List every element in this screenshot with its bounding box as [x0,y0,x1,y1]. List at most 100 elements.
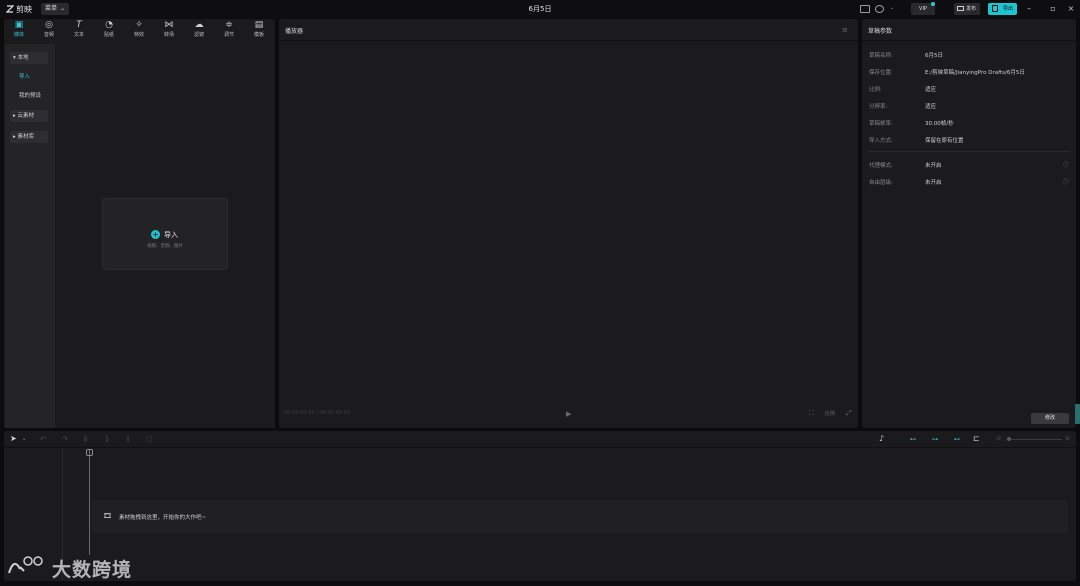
param-value: 适应 [925,87,937,93]
tool-label: 转场 [163,32,174,38]
close-icon[interactable]: × [1066,4,1076,13]
plus-icon: + [151,230,160,239]
param-label: 保存位置: [869,70,893,76]
app-name: 剪映 [16,5,32,14]
chevron-down-icon: ⌄ [59,5,65,12]
auto-snap-icon[interactable]: ⊶ [928,436,942,443]
effects-icon: ✧ [135,20,143,30]
tool-label: 特效 [133,32,144,38]
param-value: 未开启 [925,180,942,186]
sidebar-item-import[interactable]: 导入 [16,71,54,83]
tool-label: 音频 [43,32,54,38]
microphone-icon[interactable]: ♪ [879,434,884,443]
fullscreen-icon[interactable]: ⤢ [846,409,852,418]
notification-dot [931,2,935,6]
filter-icon: ☁ [194,20,204,30]
param-value: 30.00帧/秒 [925,121,954,127]
zoom-out-icon[interactable]: ⊖ [996,435,1001,442]
tool-template[interactable]: ▤ 模板 [246,20,272,39]
watermark-logo-icon [8,556,43,574]
split-left-icon[interactable]: ⫿ [106,435,108,444]
tool-media[interactable]: ▣ 媒体 [6,20,32,39]
tool-filter[interactable]: ☁ 滤镜 [186,20,212,39]
watermark-text: 大数跨境 [52,559,133,581]
param-value: 适应 [925,104,937,110]
param-label: 草稿帧率: [869,121,893,127]
zoom-slider-knob[interactable] [1007,437,1011,441]
text-icon: T [76,20,82,30]
split-clip-icon[interactable]: ⫼ [84,435,87,444]
param-label: 草稿名称: [869,53,893,59]
ratio-button[interactable]: 比例 [825,410,835,417]
play-icon[interactable]: ▶ [566,410,571,418]
tool-label: 模板 [253,32,264,38]
sidebar-item-label: 本地 [17,55,29,61]
sidebar-item-local[interactable]: ▾ 本地 [10,52,48,64]
tool-audio[interactable]: ◎ 音频 [36,20,62,39]
tool-transition[interactable]: ⋈ 转场 [156,20,182,39]
tool-adjust[interactable]: ≑ 调节 [216,20,242,39]
chevron-down-icon[interactable]: ⌄ [22,436,26,442]
window-title: 6月5日 [528,5,552,13]
redo-icon[interactable]: ↷ [62,435,68,443]
param-label: 比例: [869,87,882,93]
media-icon: ▣ [14,20,24,30]
transition-icon: ⋈ [164,20,174,30]
param-label: 代理模式: [869,163,893,169]
publish-icon [957,6,964,11]
timeline-drop-hint: 素材拖拽到这里，开始你的大作吧~ [119,515,207,521]
delete-icon[interactable]: ▢ [146,435,153,443]
adjust-icon: ≑ [225,20,233,30]
hamburger-menu-icon[interactable]: ≡ [842,26,848,34]
info-icon[interactable]: ⓘ [1063,177,1069,186]
export-icon [992,5,998,12]
timeline-dropzone[interactable] [92,500,1068,534]
sidebar-item-cloud[interactable]: ▸ 云素材 [10,110,48,122]
app-logo-icon [6,5,14,13]
restore-icon[interactable]: ▫ [1048,4,1058,13]
param-value: 保留在原有位置 [925,138,964,144]
tool-effects[interactable]: ✧ 特效 [126,20,152,39]
film-icon: 🎞 [103,512,112,520]
undo-icon[interactable]: ↶ [40,435,46,443]
sidebar-item-label: 云素材 [17,113,35,119]
tool-label: 滤镜 [193,32,204,38]
audio-icon: ◎ [45,20,53,30]
menu-button[interactable]: 菜单 ⌄ [41,3,69,15]
player-panel [279,19,858,428]
param-value: 6月5日 [925,53,943,59]
cursor-icon[interactable]: ➤ [10,434,17,443]
param-value: 未开启 [925,163,942,169]
sidebar-item-label: 素材库 [17,134,35,140]
playhead-handle[interactable] [86,449,93,456]
linkage-icon[interactable]: ⊷ [950,436,964,443]
info-icon[interactable]: ⓘ [1063,160,1069,169]
param-label: 自由层级: [869,180,893,186]
layout-chevron-icon[interactable]: ⌄ [890,5,894,11]
edit-button[interactable]: 修改 [1031,413,1069,424]
timecode: 00:00:00:00 / 00:00:00:00 [284,410,350,416]
tool-text[interactable]: T 文本 [66,20,92,39]
sidebar-item-library[interactable]: ▸ 素材库 [10,131,48,143]
tool-label: 贴纸 [103,32,114,38]
split-right-icon[interactable]: ⫿ [127,435,129,444]
import-label: 导入 [164,231,178,239]
divider [4,447,1076,448]
panel-handle[interactable] [1075,404,1080,424]
playhead[interactable] [89,449,90,555]
param-label: 分辨率: [869,104,888,110]
zoom-slider[interactable] [1007,439,1062,440]
main-track-magnet-icon[interactable]: ⊷ [906,436,920,443]
minimize-icon[interactable]: – [1024,4,1034,13]
shortcut-icon[interactable] [860,5,870,13]
tool-sticker[interactable]: ◔ 贴纸 [96,21,122,39]
tool-label: 媒体 [13,32,24,38]
template-icon: ▤ [254,20,264,30]
sidebar-item-my-presets[interactable]: 我的预设 [16,90,56,102]
layout-icon[interactable] [875,5,884,13]
crop-icon[interactable]: ⛶ [809,409,814,418]
divider [868,151,1070,152]
preview-axis-icon[interactable]: ⊏ [973,434,980,443]
zoom-in-icon[interactable]: ⊕ [1065,435,1070,442]
param-label: 导入方式: [869,138,893,144]
